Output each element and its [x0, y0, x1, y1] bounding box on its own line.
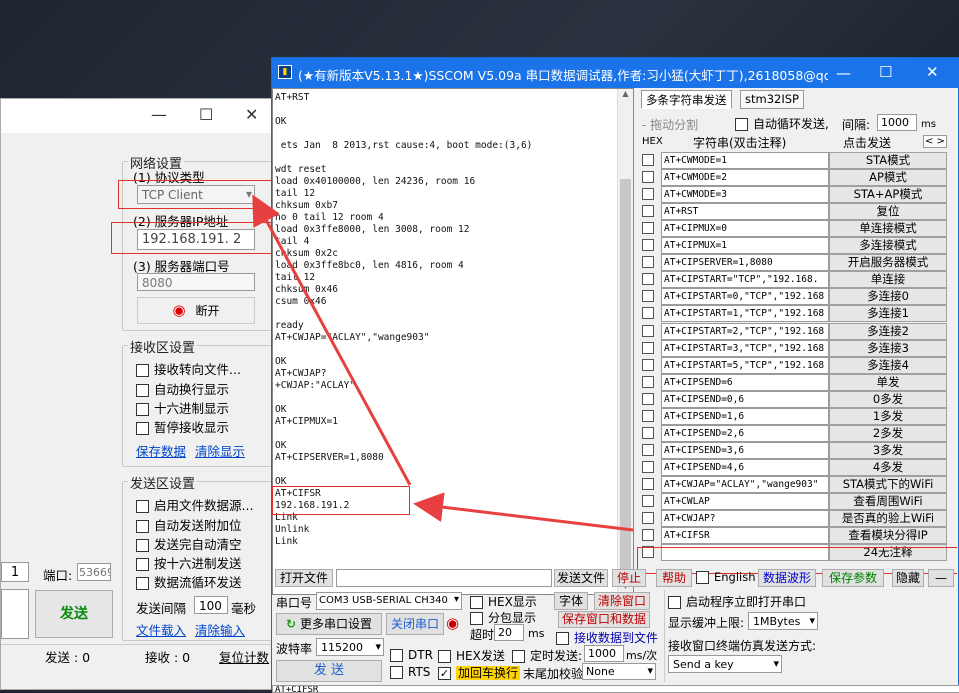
- arrow-to-ip: [252, 194, 412, 486]
- arrow-to-cifsr: [413, 492, 634, 532]
- annotation-arrows: [252, 194, 634, 532]
